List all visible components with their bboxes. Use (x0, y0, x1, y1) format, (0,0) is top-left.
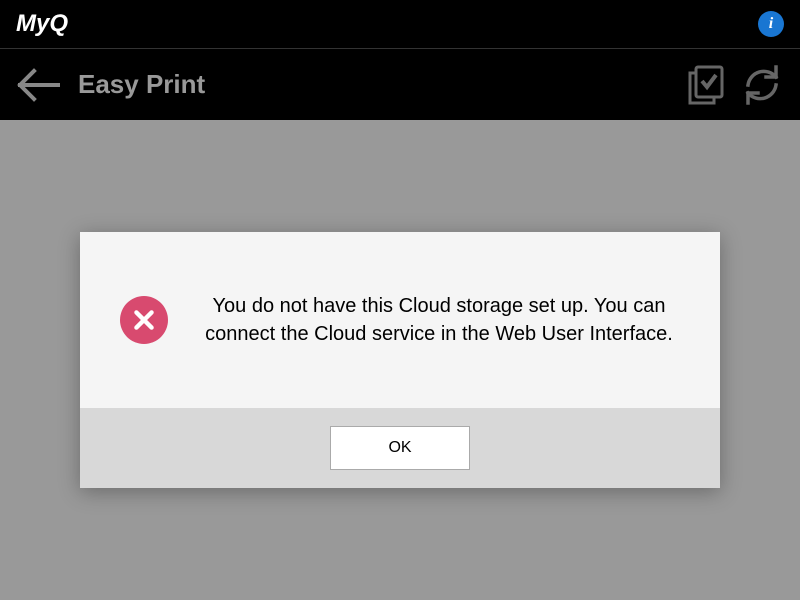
error-x-icon (131, 307, 157, 333)
refresh-button[interactable] (734, 57, 790, 113)
app-title: MyQ (16, 10, 68, 38)
error-dialog: You do not have this Cloud storage set u… (80, 232, 720, 488)
ok-button[interactable]: OK (330, 426, 470, 470)
refresh-icon (740, 63, 784, 107)
nav-bar: Easy Print (0, 48, 800, 120)
content-area: You do not have this Cloud storage set u… (0, 120, 800, 600)
error-icon (120, 296, 168, 344)
back-arrow-icon (16, 67, 60, 103)
back-button[interactable] (10, 57, 66, 113)
dialog-footer: OK (80, 408, 720, 488)
select-all-icon (684, 63, 728, 107)
dialog-body: You do not have this Cloud storage set u… (80, 232, 720, 408)
dialog-message: You do not have this Cloud storage set u… (198, 292, 680, 348)
select-all-button[interactable] (678, 57, 734, 113)
top-bar: MyQ i (0, 0, 800, 48)
info-icon[interactable]: i (758, 11, 784, 37)
nav-title: Easy Print (78, 69, 205, 100)
